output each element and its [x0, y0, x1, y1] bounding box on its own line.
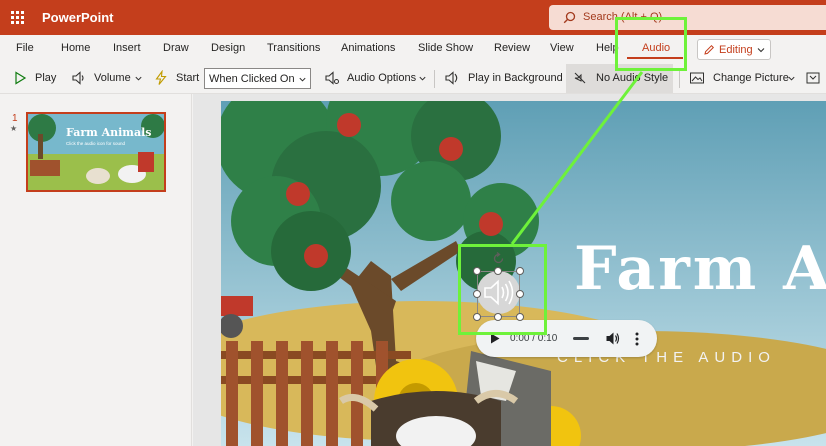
- play-icon: [15, 71, 27, 85]
- lightning-icon: [155, 70, 167, 85]
- volume-button[interactable]: Volume: [94, 72, 131, 84]
- play-button[interactable]: Play: [35, 72, 56, 84]
- powerpoint-window: PowerPoint Search (Alt + Q) File Home In…: [0, 0, 826, 446]
- no-audio-style-label: No Audio Style: [596, 72, 669, 84]
- search-input[interactable]: Search (Alt + Q): [549, 5, 826, 30]
- tab-file[interactable]: File: [16, 42, 34, 54]
- app-name[interactable]: PowerPoint: [42, 10, 114, 25]
- slide-number: 1: [12, 113, 18, 124]
- thumbnail-subtitle: Click the audio icon for sound: [66, 141, 126, 146]
- slide-title[interactable]: Farm A: [574, 234, 826, 304]
- tab-review[interactable]: Review: [494, 42, 530, 54]
- animation-star-icon: ★: [10, 124, 18, 133]
- thumbnail-image: Farm Animals Click the audio icon for so…: [28, 114, 164, 190]
- tab-slide-show[interactable]: Slide Show: [418, 42, 473, 54]
- overflow-icon[interactable]: [805, 70, 821, 86]
- search-icon: [563, 11, 576, 24]
- background-audio-icon: [445, 71, 458, 85]
- ribbon-divider: [434, 70, 435, 88]
- editing-label: Editing: [719, 44, 753, 56]
- volume-icon: [72, 71, 84, 85]
- more-options-icon[interactable]: [635, 332, 639, 346]
- title-bar: PowerPoint Search (Alt + Q): [0, 0, 826, 35]
- tab-design[interactable]: Design: [211, 42, 245, 54]
- play-in-background-button[interactable]: Play in Background: [468, 72, 563, 84]
- start-label: Start: [176, 72, 200, 84]
- chevron-down-icon[interactable]: [134, 74, 143, 83]
- pencil-icon: [704, 44, 715, 55]
- tab-insert[interactable]: Insert: [113, 42, 141, 54]
- tab-view[interactable]: View: [550, 42, 574, 54]
- start-dropdown[interactable]: When Clicked On: [204, 68, 311, 89]
- volume-icon[interactable]: [606, 332, 620, 345]
- chevron-down-icon[interactable]: [418, 74, 427, 83]
- start-dropdown-value: When Clicked On: [209, 73, 295, 85]
- chevron-down-icon: [757, 48, 765, 53]
- chevron-down-icon[interactable]: [787, 74, 796, 83]
- audio-tab-highlight: [615, 17, 687, 71]
- audio-options-icon: [325, 71, 339, 85]
- tab-transitions[interactable]: Transitions: [267, 42, 320, 54]
- ribbon-divider: [679, 70, 680, 88]
- chevron-down-icon: [299, 77, 306, 82]
- audio-icon-highlight: [458, 244, 547, 335]
- thumbnail-title: Farm Animals: [66, 126, 151, 139]
- tab-animations[interactable]: Animations: [341, 42, 395, 54]
- audio-options-button[interactable]: Audio Options: [347, 72, 416, 84]
- audio-progress-bar[interactable]: [573, 337, 589, 340]
- tab-draw[interactable]: Draw: [163, 42, 189, 54]
- editing-mode-button[interactable]: Editing: [697, 39, 771, 60]
- change-picture-icon: [690, 72, 704, 84]
- change-picture-button[interactable]: Change Picture: [713, 72, 789, 84]
- app-launcher-icon[interactable]: [11, 11, 24, 24]
- no-style-icon: [574, 72, 586, 84]
- slide-thumbnail-1[interactable]: Farm Animals Click the audio icon for so…: [26, 112, 166, 192]
- tab-home[interactable]: Home: [61, 42, 90, 54]
